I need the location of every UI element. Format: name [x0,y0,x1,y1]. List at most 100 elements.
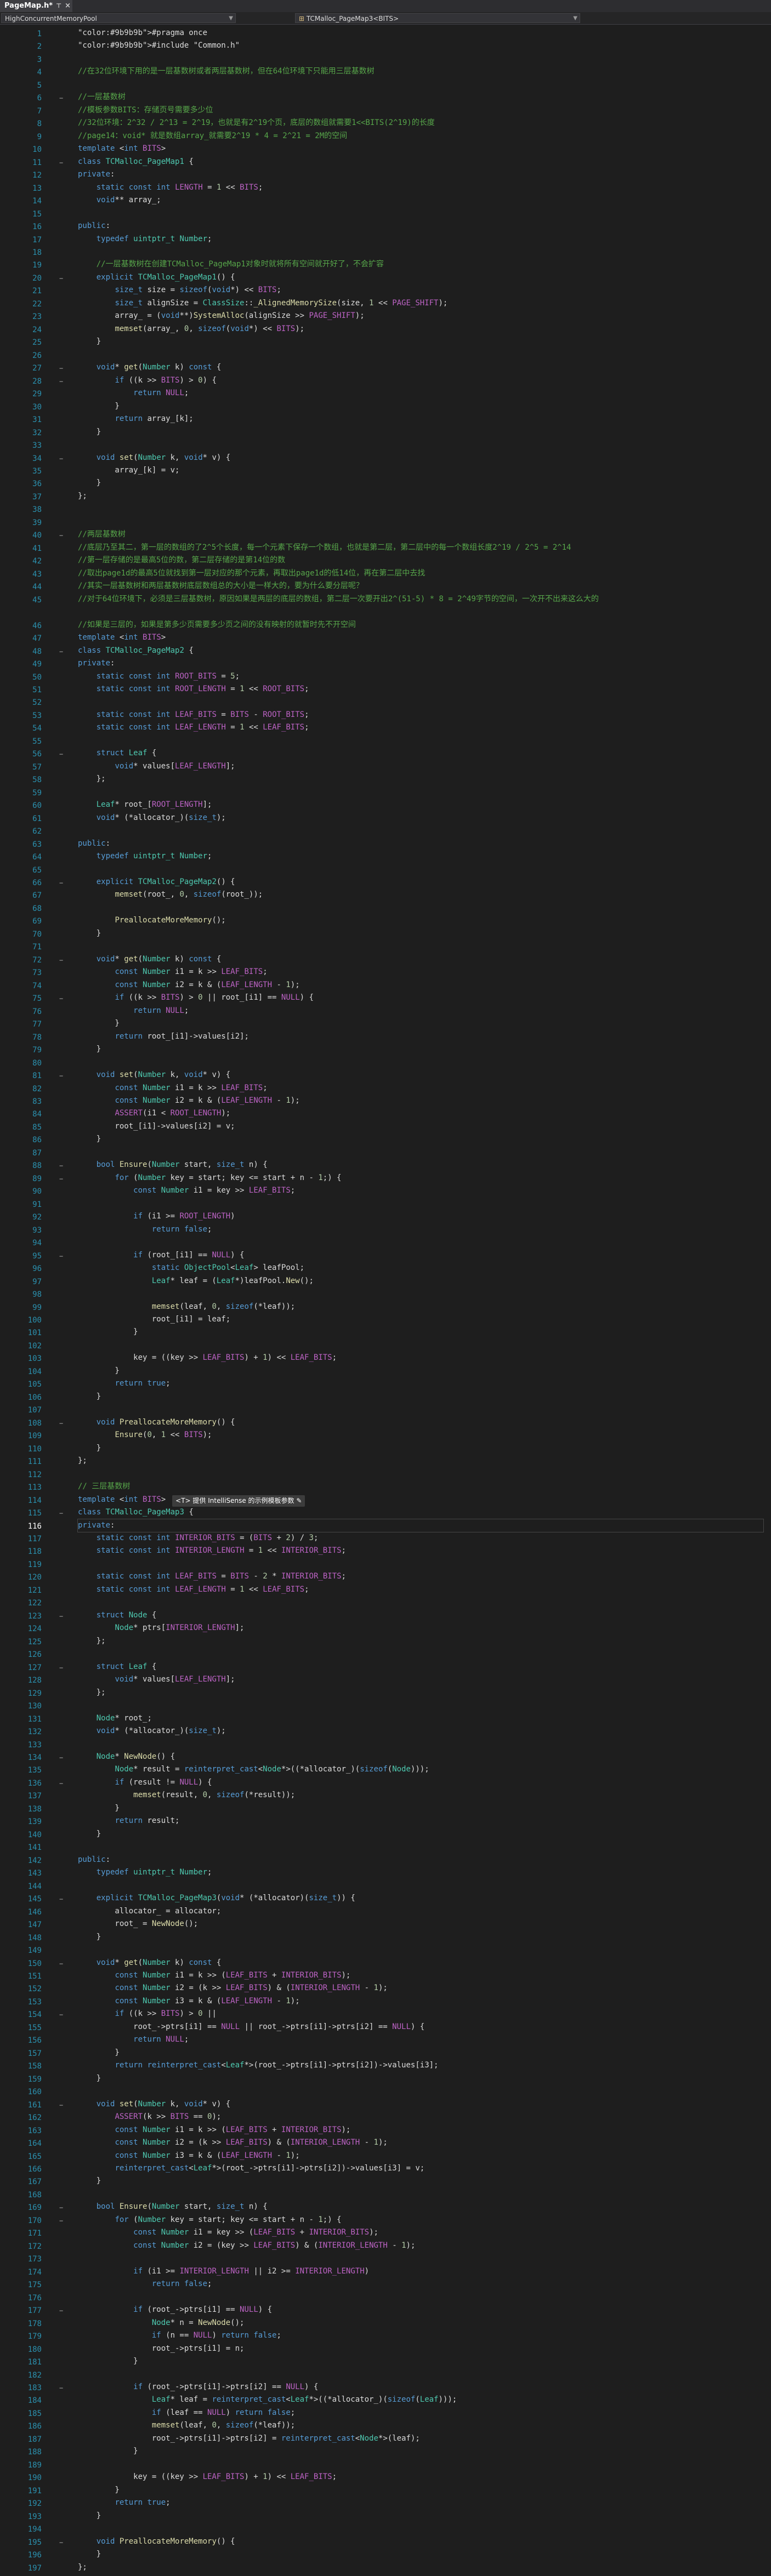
code-text: root_ = NewNode(); [78,1919,199,1929]
tab-pagemap-h[interactable]: PageMap.h* ⊤ × [0,0,72,12]
class-icon: ⊞ [299,15,307,22]
code-line[interactable]: 45 //对于64位环境下，必须是三层基数树，原因如果是两层的底层的数组，第二层一… [0,593,771,608]
code-text: } [78,1019,120,1028]
code-text: void PreallocateMoreMemory() { [96,2537,235,2546]
code-text: typedef uintptr_t Number; [96,1868,212,1877]
code-text: void* values[LEAF_LENGTH]; [115,1675,235,1684]
code-text: key = ((key >> LEAF_BITS) + 1) << LEAF_B… [78,1353,337,1363]
code-text: }; [78,774,106,784]
code-text: root_[i1]->values[i2] = v; [78,1121,235,1131]
close-icon[interactable]: × [65,2,71,10]
code-text: typedef uintptr_t Number; [96,234,212,243]
code-text: if (leaf == NULL) return false; [151,2408,296,2417]
code-text: Node* n = NewNode(); [151,2318,245,2327]
code-text: array_[k] = v; [78,465,180,475]
tab-label: PageMap.h* [4,2,53,10]
code-text: if ((k >> BITS) > 0 || root_[i1] == NULL… [115,993,314,1002]
code-text: return array_[k]; [115,414,194,424]
code-text: return false; [151,2279,212,2289]
scope-dropdown[interactable]: ⊞ TCMalloc_PageMap3<BITS> ▼ [295,13,580,23]
code-text: //如果是三层的，如果是第多少页需要多少页之间的没有映射的就暂时先不开空间 [78,620,356,629]
code-text: static ObjectPool<Leaf> leafPool; [151,1263,305,1273]
code-text: } [78,1366,120,1375]
code-text: } [78,2447,138,2456]
code-text: size_t size = sizeof(void*) << BITS; [115,286,281,295]
code-text: memset(leaf, 0, sizeof(*leaf)); [151,2421,296,2430]
code-text: class TCMalloc_PageMap1 { [78,157,194,166]
project-dropdown[interactable]: HighConcurrentMemoryPool ▼ [1,13,236,23]
code-text: } [78,2357,138,2366]
code-text: } [78,2048,120,2057]
code-text: bool Ensure(Number start, size_t n) { [96,2202,268,2212]
code-text: }; [78,1456,87,1466]
code-text: Leaf* root_[ROOT_LENGTH]; [96,800,212,810]
code-text: void set(Number k, void* v) { [96,453,231,462]
code-text: root_->ptrs[i1]->ptrs[i2] = reinterpret_… [78,2433,420,2443]
code-text: } [78,1443,101,1452]
line-number: 45 [32,595,42,605]
code-text: const Number i2 = (k >> LEAF_BITS) & (IN… [115,1984,388,1993]
code-text: } [78,2073,101,2083]
code-text: } [78,427,101,436]
pin-icon[interactable]: ⊤ [56,2,61,9]
code-text: "color:#9b9b9b">#include "Common.h" [78,41,240,50]
code-text: explicit TCMalloc_PageMap3(void* (*alloc… [96,1894,355,1903]
code-text: static const int LEAF_BITS = BITS - 2 * … [96,1572,346,1581]
code-text: return true; [115,1379,171,1388]
code-text: private: [77,1518,764,1533]
code-text: "color:#9b9b9b">#pragma once [78,29,208,37]
code-text: const Number i2 = (k >> LEAF_BITS) & (IN… [115,2138,388,2147]
code-text: const Number i1 = k >> (LEAF_BITS + INTE… [115,2125,351,2134]
code-text: } [78,401,120,411]
code-text: template <int BITS> [78,633,166,642]
code-text: private: [78,659,115,668]
code-text: memset(root_, 0, sizeof(root_)); [115,890,263,899]
code-text: } [78,1829,101,1838]
navigation-bar: HighConcurrentMemoryPool ▼ ⊞ TCMalloc_Pa… [0,12,771,25]
code-text: void* get(Number k) const { [96,1958,222,1967]
code-text: //32位环境：2^32 / 2^13 = 2^19，也就是有2^19个页，底层… [78,118,435,128]
code-text: //一层基数树在创建TCMalloc_PageMap1对象时就将所有空间就开好了… [78,260,384,269]
code-text: //取出page1d的最高5位就找到第一层对应的那个元素，再取出page1d的低… [78,568,426,578]
code-line[interactable]: 197}; [0,2561,771,2576]
code-text: static const int LEAF_BITS = BITS - ROOT… [96,710,309,719]
code-text: const Number i1 = k >> LEAF_BITS; [115,967,268,977]
code-text: } [78,2176,101,2186]
code-text: template <int BITS> [78,144,166,153]
code-text: if (root_->ptrs[i1]->ptrs[i2] == NULL) { [133,2383,319,2391]
code-text: void** array_; [96,196,161,205]
code-text: const Number i1 = k >> (LEAF_BITS + INTE… [115,1970,351,1980]
code-text: static const int ROOT_BITS = 5; [96,671,240,681]
code-text: root_->ptrs[i1] = n; [78,2344,245,2353]
code-text: if (result != NULL) { [115,1777,212,1787]
code-text: size_t alignSize = ClassSize::_AlignedMe… [115,298,448,307]
code-text: static const int INTERIOR_BITS = (BITS +… [96,1533,319,1542]
code-text: struct Node { [96,1610,157,1620]
code-text: } [78,1135,101,1144]
code-text: const Number i2 = (key >> LEAF_BITS) & (… [133,2241,416,2250]
code-editor[interactable]: 1 "color:#9b9b9b">#pragma once 2 "color:#9b… [0,25,771,2573]
code-text: } [78,478,101,488]
code-text: return NULL; [133,2035,189,2044]
code-text: Node* NewNode() { [96,1752,175,1761]
intellisense-template-hint[interactable]: <T> 提供 IntelliSense 的示例模板参数 ✎ [172,1495,305,1507]
code-text: Ensure(0, 1 << BITS); [115,1431,212,1440]
code-text: class TCMalloc_PageMap2 { [78,646,194,655]
code-text: void* (*allocator_)(size_t); [96,1726,226,1736]
code-text: array_ = (void**)SystemAlloc(alignSize >… [78,311,365,321]
code-text: public: [78,221,111,231]
code-text: //一层基数树 [78,93,126,102]
code-text: //模板参数BITS：存储页号需要多少位 [78,105,213,115]
code-text: void* get(Number k) const { [96,954,222,964]
code-text: //对于64位环境下，必须是三层基数树，原因如果是两层的底层的数组，第二层一次要… [78,594,599,603]
code-text: Node* result = reinterpret_cast<Node*>((… [115,1765,429,1774]
code-text: root_[i1] = leaf; [78,1315,231,1324]
code-text: } [78,2485,120,2494]
code-text: //第一层存储的是最高5位的数，第二层存储的是第14位的数 [78,556,286,565]
code-text: if (i1 >= ROOT_LENGTH) [133,1212,235,1221]
scope-dropdown-label: TCMalloc_PageMap3<BITS> [306,15,399,22]
code-text: }; [78,2562,87,2572]
code-text: } [78,928,101,938]
code-text: public: [78,1855,111,1864]
code-text: void PreallocateMoreMemory() { [96,1417,235,1427]
